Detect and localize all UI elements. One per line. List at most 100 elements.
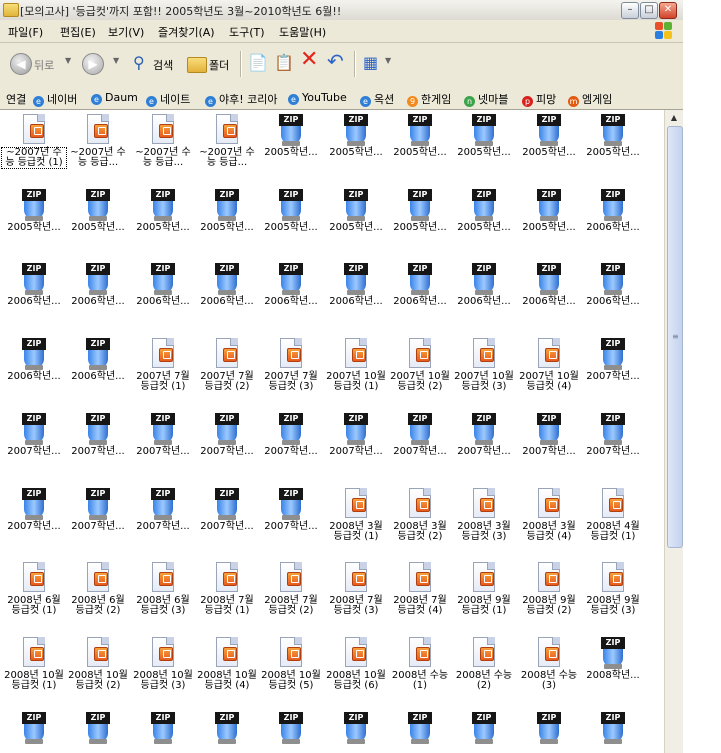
hwp-file-item[interactable]: 2008년 10월 등급컷 (5) xyxy=(259,637,323,691)
zip-file-item[interactable]: ZIP xyxy=(195,712,259,746)
zip-file-item[interactable]: ZIP 2005학년... xyxy=(2,189,66,233)
zip-file-item[interactable]: ZIP 2005학년... xyxy=(324,189,388,233)
zip-file-item[interactable]: ZIP 2006학년... xyxy=(517,263,581,307)
zip-file-item[interactable]: ZIP 2005학년... xyxy=(581,114,645,158)
zip-file-item[interactable]: ZIP 2007학년... xyxy=(131,488,195,532)
zip-file-item[interactable]: ZIP 2007학년... xyxy=(581,338,645,382)
hwp-file-item[interactable]: 2007년 7월 등급컷 (1) xyxy=(131,338,195,392)
zip-file-item[interactable]: ZIP 2005학년... xyxy=(324,114,388,158)
views-icon[interactable]: ▦ xyxy=(363,53,378,73)
zip-file-item[interactable]: ZIP 2005학년... xyxy=(259,114,323,158)
zip-file-item[interactable]: ZIP 2006학년... xyxy=(581,189,645,233)
zip-file-item[interactable]: ZIP xyxy=(388,712,452,746)
zip-file-item[interactable]: ZIP 2006학년... xyxy=(581,263,645,307)
undo-icon[interactable]: ↶ xyxy=(327,51,344,71)
forward-dropdown-icon[interactable]: ▼ xyxy=(113,56,119,65)
zip-file-item[interactable]: ZIP 2006학년... xyxy=(259,263,323,307)
zip-file-item[interactable]: ZIP 2005학년... xyxy=(66,189,130,233)
hwp-file-item[interactable]: 2008년 10월 등급컷 (6) xyxy=(324,637,388,691)
scrollbar-thumb[interactable]: ≡ xyxy=(667,126,683,548)
zip-file-item[interactable]: ZIP xyxy=(131,712,195,746)
zip-file-item[interactable]: ZIP xyxy=(517,712,581,746)
hwp-file-item[interactable]: 2008년 7월 등급컷 (4) xyxy=(388,562,452,616)
zip-file-item[interactable]: ZIP 2006학년... xyxy=(66,263,130,307)
link-nate[interactable]: e 네이트 xyxy=(146,91,190,107)
scroll-up-arrow-icon[interactable]: ▲ xyxy=(666,111,682,125)
hwp-file-item[interactable]: 2008년 10월 등급컷 (4) xyxy=(195,637,259,691)
zip-file-item[interactable]: ZIP 2005학년... xyxy=(517,114,581,158)
hwp-file-item[interactable]: 2008년 7월 등급컷 (1) xyxy=(195,562,259,616)
hwp-file-item[interactable]: 2008년 수능 (3) xyxy=(517,637,581,691)
link-pmang[interactable]: p 피망 xyxy=(522,91,556,107)
copy-to-icon[interactable]: 📋 xyxy=(274,53,294,73)
link-naver[interactable]: e 네이버 xyxy=(33,91,77,107)
zip-file-item[interactable]: ZIP xyxy=(259,712,323,746)
back-button[interactable]: 뒤로 xyxy=(34,57,54,73)
zip-file-item[interactable]: ZIP 2006학년... xyxy=(452,263,516,307)
link-youtube[interactable]: e YouTube xyxy=(288,91,347,105)
hwp-file-item[interactable]: 2008년 4월 등급컷 (1) xyxy=(581,488,645,542)
menu-tools[interactable]: 도구(T) xyxy=(229,24,265,40)
minimize-button[interactable]: – xyxy=(621,2,639,19)
zip-file-item[interactable]: ZIP 2008학년... xyxy=(581,637,645,681)
hwp-file-item[interactable]: 2008년 10월 등급컷 (2) xyxy=(66,637,130,691)
zip-file-item[interactable]: ZIP 2006학년... xyxy=(66,338,130,382)
zip-file-item[interactable]: ZIP 2005학년... xyxy=(517,189,581,233)
menu-favorites[interactable]: 즐겨찾기(A) xyxy=(158,24,215,40)
zip-file-item[interactable]: ZIP 2007학년... xyxy=(66,413,130,457)
zip-file-item[interactable]: ZIP 2005학년... xyxy=(195,189,259,233)
zip-file-item[interactable]: ZIP xyxy=(324,712,388,746)
back-dropdown-icon[interactable]: ▼ xyxy=(65,56,71,65)
hwp-file-item[interactable]: 2007년 10월 등급컷 (4) xyxy=(517,338,581,392)
zip-file-item[interactable]: ZIP 2007학년... xyxy=(66,488,130,532)
zip-file-item[interactable]: ZIP 2005학년... xyxy=(131,189,195,233)
folders-button[interactable]: 폴더 xyxy=(209,57,229,73)
menu-file[interactable]: 파일(F) xyxy=(8,24,43,40)
link-auction[interactable]: e 옥션 xyxy=(360,91,394,107)
zip-file-item[interactable]: ZIP 2005학년... xyxy=(452,189,516,233)
link-daum[interactable]: e Daum xyxy=(91,91,138,105)
zip-file-item[interactable]: ZIP 2007학년... xyxy=(2,488,66,532)
link-mgame[interactable]: m 엠게임 xyxy=(568,91,612,107)
hwp-file-item[interactable]: ~2007년 수능 등급컷 (1) xyxy=(1,114,67,169)
delete-icon[interactable]: ✕ xyxy=(300,49,318,71)
hwp-file-item[interactable]: 2008년 3월 등급컷 (4) xyxy=(517,488,581,542)
zip-file-item[interactable]: ZIP 2006학년... xyxy=(131,263,195,307)
zip-file-item[interactable]: ZIP 2006학년... xyxy=(2,263,66,307)
file-list-view[interactable]: ~2007년 수능 등급컷 (1) ~2007년 수능 등급... ~2007년 수… xyxy=(0,110,664,753)
zip-file-item[interactable]: ZIP 2005학년... xyxy=(388,189,452,233)
hwp-file-item[interactable]: 2008년 수능 (1) xyxy=(388,637,452,691)
zip-file-item[interactable]: ZIP 2007학년... xyxy=(259,488,323,532)
hwp-file-item[interactable]: 2008년 수능 (2) xyxy=(452,637,516,691)
hwp-file-item[interactable]: 2008년 3월 등급컷 (3) xyxy=(452,488,516,542)
zip-file-item[interactable]: ZIP 2006학년... xyxy=(195,263,259,307)
move-to-icon[interactable]: 📄 xyxy=(248,53,268,73)
folders-icon[interactable] xyxy=(187,57,207,73)
back-arrow-icon[interactable]: ◀ xyxy=(10,53,32,75)
hwp-file-item[interactable]: ~2007년 수능 등급... xyxy=(195,114,259,168)
hwp-file-item[interactable]: 2008년 10월 등급컷 (1) xyxy=(2,637,66,691)
zip-file-item[interactable]: ZIP 2005학년... xyxy=(259,189,323,233)
hwp-file-item[interactable]: 2008년 3월 등급컷 (2) xyxy=(388,488,452,542)
hwp-file-item[interactable]: 2008년 6월 등급컷 (1) xyxy=(2,562,66,616)
link-hangame[interactable]: 9 한게임 xyxy=(407,91,451,107)
link-yahoo-korea[interactable]: e 야후! 코리아 xyxy=(205,91,278,107)
zip-file-item[interactable]: ZIP 2007학년... xyxy=(195,488,259,532)
zip-file-item[interactable]: ZIP xyxy=(2,712,66,746)
hwp-file-item[interactable]: 2008년 6월 등급컷 (3) xyxy=(131,562,195,616)
hwp-file-item[interactable]: 2008년 9월 등급컷 (3) xyxy=(581,562,645,616)
hwp-file-item[interactable]: 2008년 7월 등급컷 (3) xyxy=(324,562,388,616)
hwp-file-item[interactable]: 2008년 10월 등급컷 (3) xyxy=(131,637,195,691)
hwp-file-item[interactable]: 2007년 10월 등급컷 (2) xyxy=(388,338,452,392)
hwp-file-item[interactable]: 2007년 7월 등급컷 (2) xyxy=(195,338,259,392)
search-icon[interactable]: ⚲ xyxy=(133,53,145,73)
zip-file-item[interactable]: ZIP xyxy=(452,712,516,746)
zip-file-item[interactable]: ZIP 2007학년... xyxy=(517,413,581,457)
zip-file-item[interactable]: ZIP xyxy=(581,712,645,746)
menu-help[interactable]: 도움말(H) xyxy=(279,24,326,40)
menu-edit[interactable]: 편집(E) xyxy=(60,24,96,40)
forward-arrow-icon[interactable]: ▶ xyxy=(82,53,104,75)
close-button[interactable]: ✕ xyxy=(659,2,677,19)
hwp-file-item[interactable]: 2007년 7월 등급컷 (3) xyxy=(259,338,323,392)
views-dropdown-icon[interactable]: ▼ xyxy=(385,56,391,65)
